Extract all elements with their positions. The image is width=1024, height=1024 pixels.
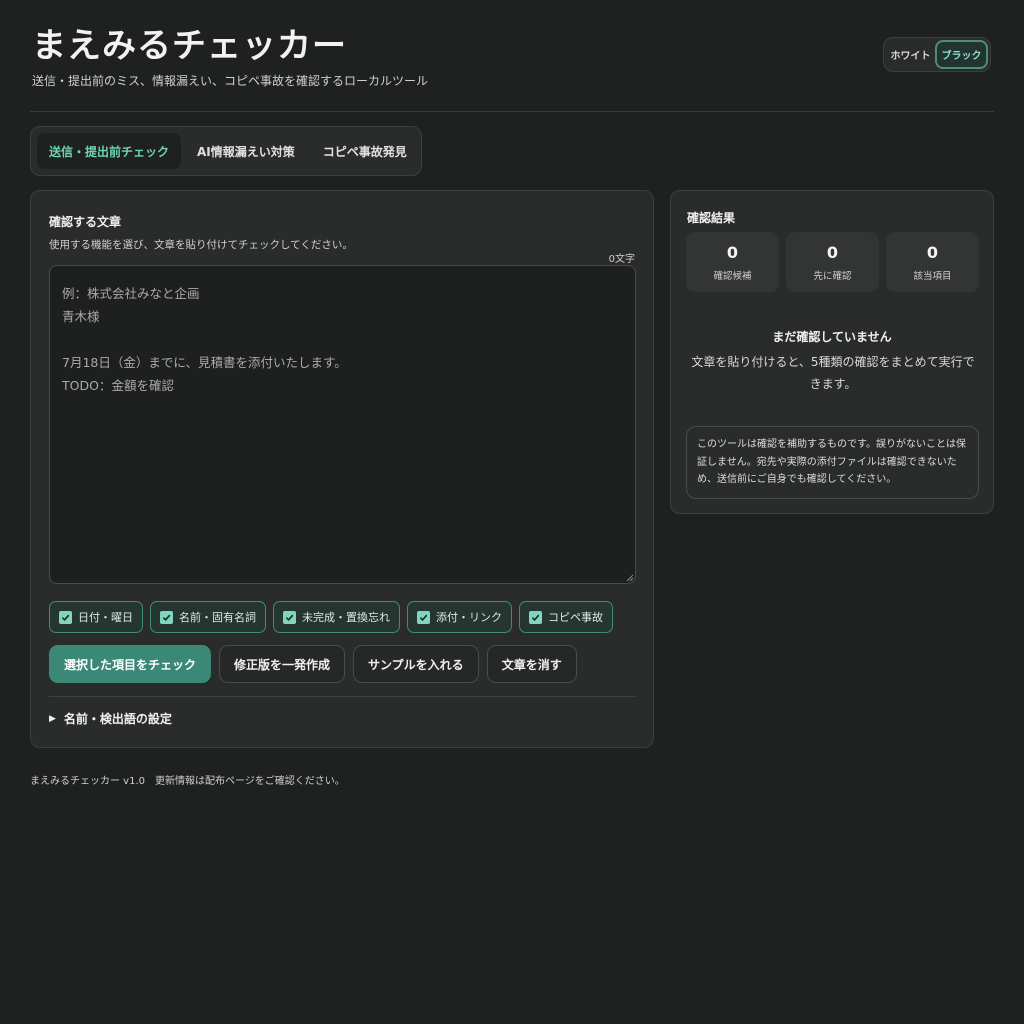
editor-heading: 確認する文章: [49, 215, 122, 229]
text-input[interactable]: [49, 265, 636, 584]
char-count: 0文字: [608, 254, 635, 265]
stat-matched-items: 0 該当項目: [886, 232, 979, 292]
theme-white-button[interactable]: ホワイト: [886, 40, 935, 69]
disclosure-triangle-icon: ▶: [49, 713, 56, 724]
checkbox-checked-icon[interactable]: [417, 610, 430, 624]
resize-grip-icon[interactable]: [625, 573, 634, 582]
results-panel: 確認結果 0 確認候補 0 先に確認 0 該当項目 まだ確認していません 文章を…: [670, 190, 994, 514]
theme-black-button[interactable]: ブラック: [935, 40, 988, 69]
checkbox-checked-icon[interactable]: [283, 610, 296, 624]
stat-value: 0: [926, 242, 939, 262]
check-label: 添付・リンク: [436, 611, 502, 624]
check-label: コピペ事故: [548, 611, 603, 624]
action-bar: 選択した項目をチェック 修正版を一発作成 サンプルを入れる 文章を消す: [49, 645, 577, 683]
create-revision-button[interactable]: 修正版を一発作成: [219, 645, 346, 683]
clear-text-button[interactable]: 文章を消す: [486, 645, 577, 683]
tab-copy-paste-accident[interactable]: コピペ事故発見: [311, 133, 419, 169]
checkbox-checked-icon[interactable]: [59, 610, 72, 624]
check-label: 未完成・置換忘れ: [302, 611, 390, 624]
name-settings-label: 名前・検出語の設定: [63, 712, 172, 726]
footer-text: まえみるチェッカー v1.0 更新情報は配布ページをご確認ください。: [30, 776, 345, 787]
run-check-button[interactable]: 選択した項目をチェック: [49, 645, 212, 683]
stat-label: 先に確認: [813, 270, 852, 282]
check-label: 名前・固有名詞: [179, 611, 256, 624]
stat-label: 該当項目: [913, 270, 952, 282]
empty-state-description: 文章を貼り付けると、5種類の確認をまとめて実行できます。: [691, 355, 975, 391]
tab-ai-leak-prevention[interactable]: AI情報漏えい対策: [185, 133, 307, 169]
theme-toggle: ホワイト ブラック: [883, 37, 991, 72]
panel-divider: [49, 696, 636, 697]
app-root: まえみるチェッカー 送信・提出前のミス、情報漏えい、コピペ事故を確認するローカル…: [0, 0, 1024, 1024]
disclaimer-notice: このツールは確認を補助するものです。誤りがないことは保証しません。宛先や実際の添…: [686, 426, 979, 499]
check-names-proper-nouns[interactable]: 名前・固有名詞: [150, 601, 266, 633]
editor-description: 使用する機能を選び、文章を貼り付けてチェックしてください。: [49, 239, 353, 251]
app-subtitle: 送信・提出前のミス、情報漏えい、コピペ事故を確認するローカルツール: [32, 74, 429, 88]
check-label: 日付・曜日: [78, 611, 133, 624]
check-incomplete-replace[interactable]: 未完成・置換忘れ: [273, 601, 400, 633]
results-stats: 0 確認候補 0 先に確認 0 該当項目: [686, 232, 979, 292]
tab-pre-send-check[interactable]: 送信・提出前チェック: [37, 133, 182, 169]
tab-bar: 送信・提出前チェック AI情報漏えい対策 コピペ事故発見: [30, 126, 422, 176]
check-options: 日付・曜日 名前・固有名詞 未完成・置換忘れ 添付・リンク コピペ事故: [49, 601, 613, 633]
input-panel: 確認する文章 使用する機能を選び、文章を貼り付けてチェックしてください。 0文字…: [30, 190, 654, 748]
check-attachment-link[interactable]: 添付・リンク: [407, 601, 512, 633]
stat-priority: 0 先に確認: [786, 232, 879, 292]
empty-state-title: まだ確認していません: [772, 330, 892, 344]
checkbox-checked-icon[interactable]: [160, 610, 173, 624]
stat-value: 0: [826, 242, 839, 262]
stat-value: 0: [726, 242, 739, 262]
insert-sample-button[interactable]: サンプルを入れる: [353, 645, 479, 683]
stat-label: 確認候補: [713, 270, 752, 282]
check-copy-paste[interactable]: コピペ事故: [519, 601, 613, 633]
results-heading: 確認結果: [687, 211, 736, 225]
check-date-weekday[interactable]: 日付・曜日: [49, 601, 143, 633]
checkbox-checked-icon[interactable]: [529, 610, 542, 624]
stat-candidates: 0 確認候補: [686, 232, 779, 292]
header-divider: [30, 111, 994, 112]
app-title: まえみるチェッカー: [32, 26, 347, 66]
name-settings-toggle[interactable]: ▶ 名前・検出語の設定: [49, 710, 172, 727]
